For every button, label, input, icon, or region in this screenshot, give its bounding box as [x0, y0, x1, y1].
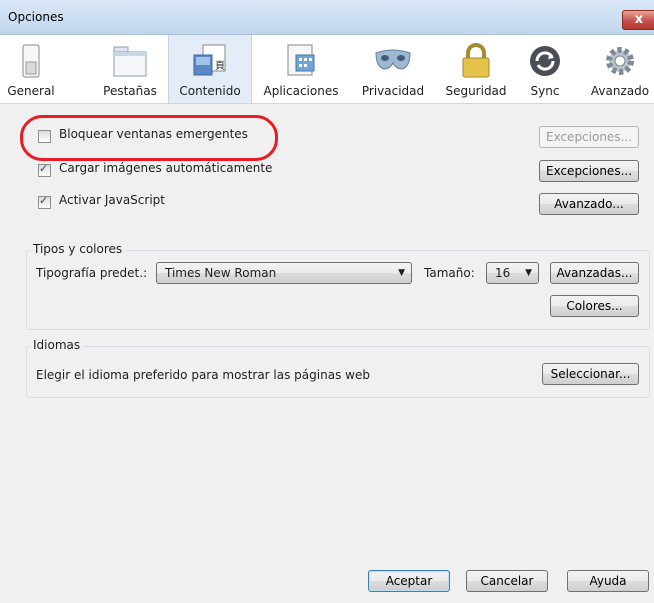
highlight-oval — [20, 115, 278, 161]
size-select[interactable]: 16 ▼ — [486, 262, 539, 284]
select-languages-button[interactable]: Seleccionar... — [542, 363, 639, 385]
tab-sync[interactable]: Sync — [520, 35, 570, 103]
font-select[interactable]: Times New Roman ▼ — [156, 262, 412, 284]
images-exceptions-button[interactable]: Excepciones... — [539, 160, 639, 182]
tab-label: Privacidad — [361, 84, 425, 98]
cancel-button[interactable]: Cancelar — [466, 570, 548, 592]
sync-icon — [530, 46, 560, 76]
lock-icon — [462, 43, 490, 78]
tab-privacidad[interactable]: Privacidad — [356, 35, 430, 103]
tab-label: Pestañas — [103, 84, 157, 98]
languages-description: Elegir el idioma preferido para mostrar … — [36, 368, 370, 382]
tabs-icon — [113, 46, 147, 77]
tab-general[interactable]: General — [4, 35, 58, 103]
gear-icon — [606, 47, 634, 75]
close-button[interactable]: x — [622, 10, 654, 30]
applications-icon — [287, 44, 315, 76]
title-bar[interactable]: Opciones x — [0, 0, 654, 35]
tab-label: Avanzado — [590, 84, 650, 98]
switch-icon — [22, 44, 40, 78]
font-select-value: Times New Roman — [165, 266, 277, 280]
svg-text:頁: 頁 — [215, 60, 225, 72]
mask-icon — [375, 49, 411, 70]
tab-label: Sync — [530, 84, 560, 98]
images-checkbox[interactable] — [38, 162, 51, 177]
tab-avanzado[interactable]: Avanzado — [586, 35, 654, 103]
javascript-checkbox[interactable] — [38, 194, 51, 209]
help-button[interactable]: Ayuda — [567, 570, 649, 592]
preferences-toolbar: General Pestañas 頁 Contenido Aplicacione… — [0, 35, 654, 104]
tab-label: Seguridad — [445, 84, 507, 98]
javascript-label[interactable]: Activar JavaScript — [59, 193, 165, 207]
tab-contenido[interactable]: 頁 Contenido — [168, 35, 252, 103]
tab-pestanas[interactable]: Pestañas — [100, 35, 160, 103]
default-font-label: Tipografía predet.: — [36, 266, 148, 280]
size-label: Tamaño: — [424, 266, 475, 280]
images-label[interactable]: Cargar imágenes automáticamente — [59, 161, 272, 175]
fonts-advanced-button[interactable]: Avanzadas... — [550, 262, 639, 284]
chevron-down-icon: ▼ — [398, 268, 405, 278]
options-window: Opciones x General Pestañas 頁 Contenido … — [0, 0, 654, 603]
tab-label: Contenido — [179, 84, 241, 98]
fonts-group-title: Tipos y colores — [30, 242, 126, 256]
popup-exceptions-button[interactable]: Excepciones... — [539, 126, 639, 148]
languages-group-title: Idiomas — [30, 338, 84, 352]
ok-button[interactable]: Aceptar — [368, 570, 450, 592]
javascript-advanced-button[interactable]: Avanzado... — [539, 193, 639, 215]
tab-seguridad[interactable]: Seguridad — [440, 35, 512, 103]
close-icon: x — [634, 12, 644, 27]
size-select-value: 16 — [495, 266, 511, 280]
window-title: Opciones — [8, 10, 64, 24]
tab-label: General — [7, 84, 55, 98]
tab-aplicaciones[interactable]: Aplicaciones — [258, 35, 344, 103]
tab-label: Aplicaciones — [263, 84, 339, 98]
colors-button[interactable]: Colores... — [550, 295, 639, 317]
content-icon: 頁 — [193, 44, 226, 76]
chevron-down-icon: ▼ — [525, 268, 532, 278]
